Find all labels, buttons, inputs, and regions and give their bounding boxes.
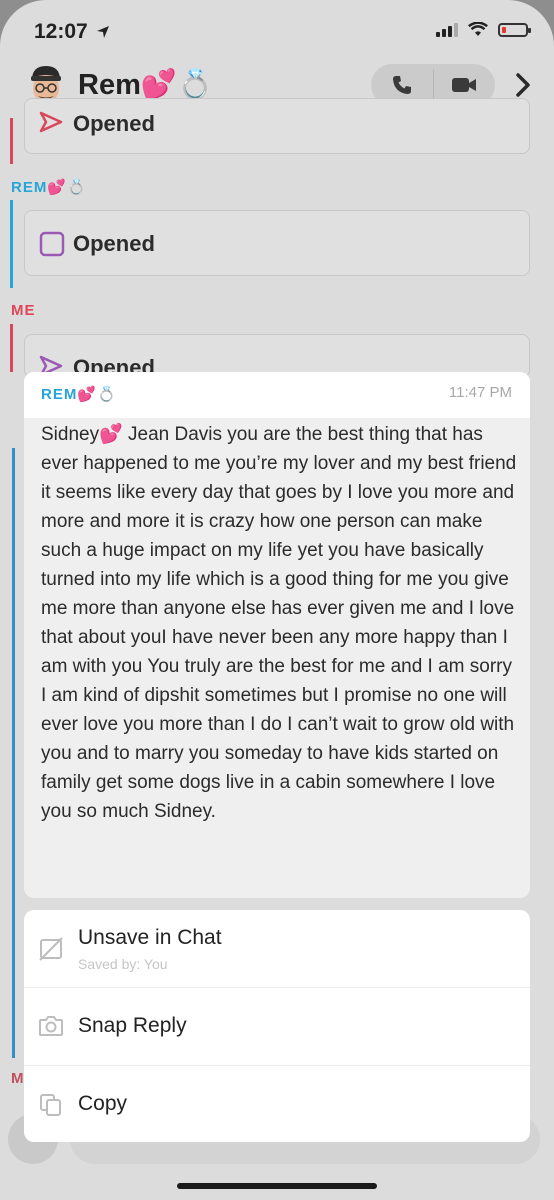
snap-reply-label: Snap Reply — [78, 1014, 187, 1037]
chevron-right-icon[interactable] — [514, 72, 532, 98]
rem-sender-label: REM💕💍 — [11, 179, 87, 196]
snap-reply-item[interactable]: Snap Reply — [24, 988, 530, 1066]
unsave-icon — [39, 937, 63, 961]
phone-icon — [392, 76, 411, 94]
chat-title[interactable]: Rem💕💍 — [78, 68, 213, 102]
action-menu: Unsave in Chat Saved by: You Snap Reply … — [24, 910, 530, 1142]
copy-icon — [40, 1094, 61, 1116]
copy-label: Copy — [78, 1092, 128, 1115]
opened-snap-bubble[interactable]: Opened — [24, 98, 530, 154]
popup-header: REM💕💍 11:47 PM — [24, 372, 530, 418]
unsave-in-chat-item[interactable]: Unsave in Chat Saved by: You — [24, 910, 530, 988]
unsave-label: Unsave in Chat — [78, 926, 222, 949]
rem-message-bar — [10, 200, 13, 288]
message-time: 11:47 PM — [448, 384, 512, 401]
opened-label: Opened — [73, 231, 155, 256]
message-text[interactable]: Sidney💕 Jean Davis you are the best thin… — [41, 420, 519, 826]
battery-icon — [498, 22, 531, 37]
video-camera-icon — [452, 78, 477, 92]
status-icons — [436, 22, 531, 37]
wifi-icon — [468, 22, 488, 36]
location-arrow-icon — [96, 26, 109, 39]
message-popup: REM💕💍 11:47 PM Sidney💕 Jean Davis you ar… — [24, 372, 530, 898]
screen: 12:07 Rem💕💍 Opened REM💕💍 Opened ME Opene… — [0, 0, 554, 1200]
status-time: 12:07 — [34, 20, 110, 44]
popup-sender: REM💕💍 — [41, 386, 117, 403]
me-sender-label: M — [11, 1070, 25, 1087]
cellular-signal-icon — [436, 22, 458, 37]
square-chat-icon — [39, 231, 65, 257]
camera-icon — [39, 1016, 63, 1036]
opened-label: Opened — [73, 111, 155, 136]
me-message-bar — [10, 324, 13, 372]
copy-item[interactable]: Copy — [24, 1066, 530, 1142]
time-text: 12:07 — [34, 20, 88, 43]
home-indicator[interactable] — [177, 1183, 377, 1189]
me-sender-label: ME — [11, 302, 36, 319]
sent-arrow-icon — [39, 111, 63, 133]
rem-opened-bubble[interactable]: Opened — [24, 210, 530, 276]
saved-by-text: Saved by: You — [78, 956, 168, 972]
me-message-bar — [10, 118, 13, 164]
rem-message-bar — [12, 448, 15, 1058]
